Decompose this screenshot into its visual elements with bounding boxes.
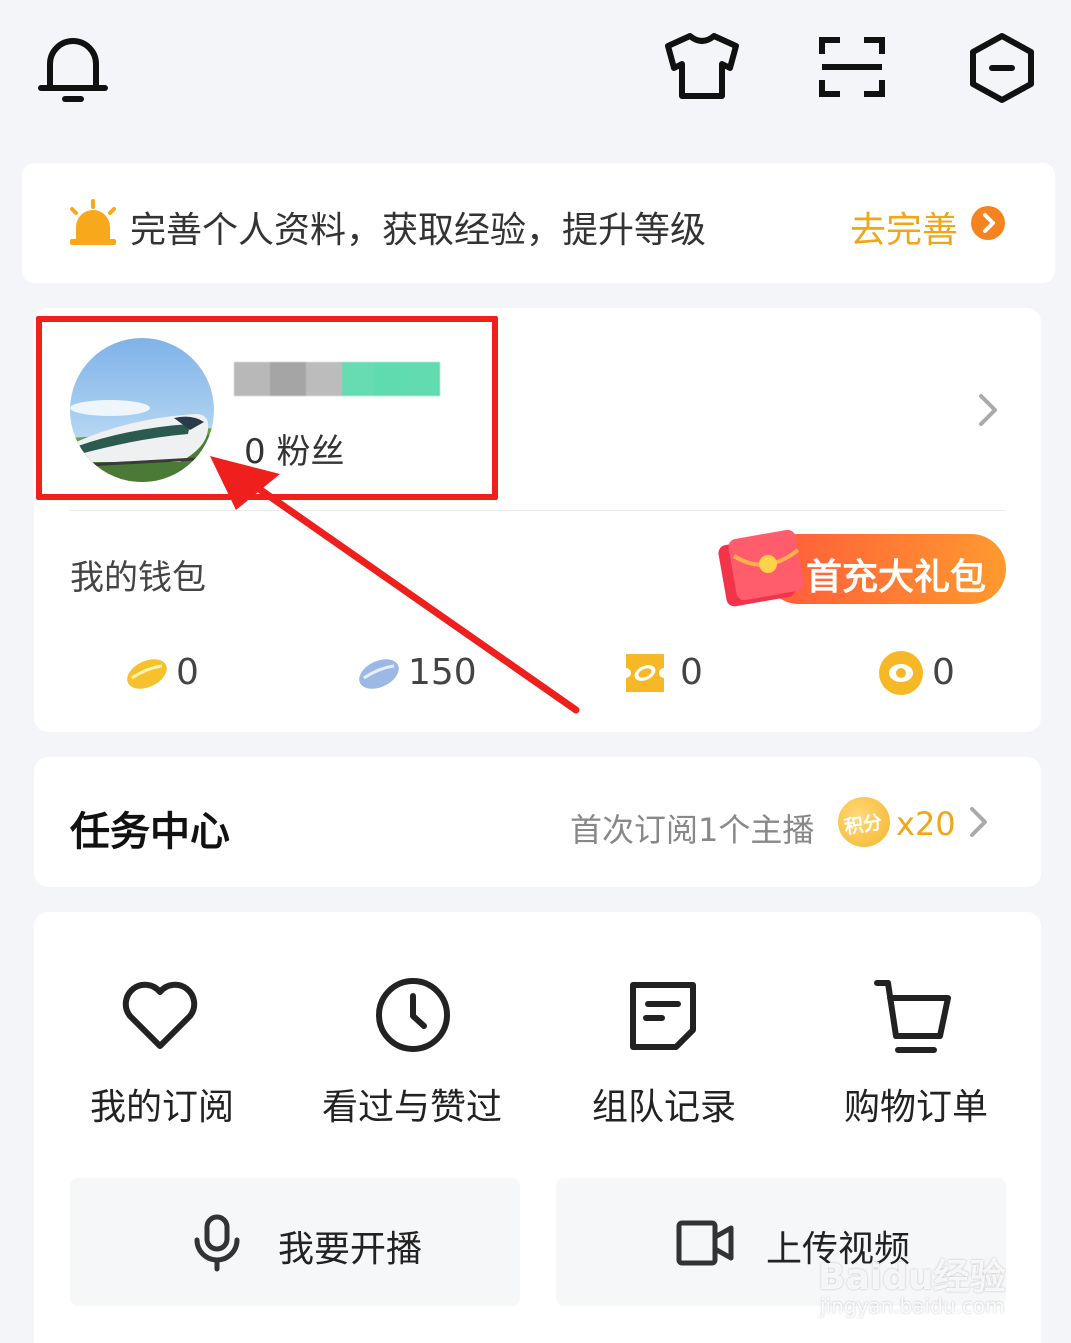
chevron-right-icon[interactable]	[976, 392, 1000, 428]
note-icon	[630, 982, 696, 1050]
annotation-arrow	[210, 456, 580, 714]
wallet-item-coin[interactable]: 0	[878, 648, 1008, 698]
wallet-title: 我的钱包	[70, 558, 206, 598]
task-center-card[interactable]: 任务中心 首次订阅1个主播 积分 x20	[34, 757, 1041, 887]
task-center-title: 任务中心	[70, 809, 230, 855]
watermark-url: jingyan.baidu.com	[820, 1294, 1005, 1318]
shortcut-label: 我的订阅	[90, 1087, 235, 1128]
settings-hexagon-icon[interactable]	[968, 32, 1036, 104]
red-packet-icon	[718, 529, 804, 607]
coin-value: 0	[932, 652, 955, 693]
banner-action-button[interactable]: 去完善	[850, 201, 958, 253]
start-live-button[interactable]: 我要开播	[70, 1178, 520, 1306]
gold-bean-value: 0	[176, 652, 199, 693]
shortcut-team-records[interactable]: 组队记录	[574, 972, 774, 1132]
chevron-right-circle-icon[interactable]	[970, 205, 1006, 241]
scan-icon[interactable]	[818, 36, 886, 98]
wallet-item-ticket[interactable]: 0	[624, 648, 774, 698]
profile-completion-banner[interactable]: 完善个人资料，获取经验，提升等级 去完善	[22, 163, 1055, 283]
shortcut-label: 购物订单	[844, 1087, 989, 1128]
banner-text: 完善个人资料，获取经验，提升等级	[130, 210, 707, 251]
ticket-value: 0	[680, 652, 703, 693]
first-recharge-promo-button[interactable]: 首充大礼包	[714, 529, 1006, 607]
video-camera-icon	[676, 1220, 734, 1266]
start-live-label: 我要开播	[278, 1229, 423, 1270]
watermark-brand: Baidu经验	[818, 1257, 1006, 1298]
tshirt-icon[interactable]	[664, 32, 740, 100]
points-badge-icon: 积分	[838, 797, 890, 847]
shortcut-subscriptions[interactable]: 我的订阅	[60, 972, 260, 1132]
heart-icon	[122, 981, 198, 1049]
promo-label: 首充大礼包	[806, 557, 987, 598]
task-reward: x20	[896, 805, 956, 843]
cart-icon	[874, 980, 951, 1053]
shortcut-history[interactable]: 看过与赞过	[310, 972, 520, 1132]
clock-icon	[376, 978, 450, 1052]
top-bar	[0, 0, 1071, 140]
shortcut-orders[interactable]: 购物订单	[828, 972, 1028, 1132]
alarm-icon	[70, 199, 116, 245]
task-description: 首次订阅1个主播	[570, 811, 815, 849]
gold-bean-icon	[127, 659, 167, 689]
coin-icon	[879, 651, 923, 695]
chevron-right-icon[interactable]	[968, 805, 990, 839]
microphone-icon	[194, 1214, 240, 1272]
shortcut-label: 组队记录	[592, 1087, 737, 1128]
ticket-icon	[626, 654, 664, 692]
bell-icon[interactable]	[38, 32, 108, 104]
shortcut-label: 看过与赞过	[322, 1087, 503, 1128]
